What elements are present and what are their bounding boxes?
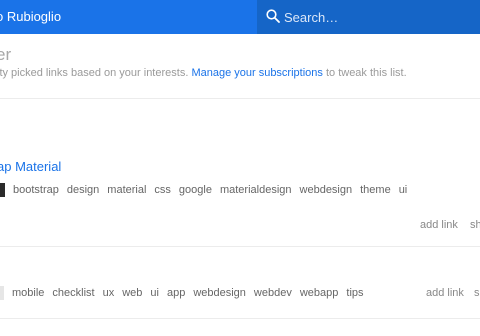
subtitle-text: ity picked links based on your interests…	[0, 67, 192, 79]
divider	[0, 98, 480, 99]
tag[interactable]: design	[67, 184, 99, 196]
page-subtitle: ity picked links based on your interests…	[0, 67, 407, 79]
tag[interactable]: app	[167, 287, 185, 299]
tag[interactable]: css	[154, 184, 171, 196]
tag[interactable]: materialdesign	[220, 184, 292, 196]
card-thumbnail[interactable]	[0, 183, 5, 197]
search-icon	[266, 9, 280, 23]
add-link-button[interactable]: add link	[426, 287, 464, 299]
card-title-link[interactable]: ap Material	[0, 159, 61, 174]
tag[interactable]: ui	[150, 287, 159, 299]
user-name[interactable]: o Rubioglio	[0, 9, 61, 24]
top-bar: o Rubioglio	[0, 0, 480, 34]
subtitle-suffix: to tweak this list.	[322, 67, 407, 79]
share-button[interactable]: s	[474, 287, 480, 299]
tag[interactable]: google	[179, 184, 212, 196]
divider	[0, 246, 480, 247]
tag[interactable]: webdev	[254, 287, 292, 299]
tag[interactable]: webapp	[300, 287, 339, 299]
search-input[interactable]	[284, 0, 474, 34]
card-tags: mobile checklist ux web ui app webdesign webdev…	[12, 287, 372, 299]
page-title: er	[0, 45, 12, 64]
manage-subscriptions-link[interactable]: Manage your subscriptions	[191, 67, 322, 79]
share-button[interactable]: sh	[470, 219, 480, 231]
divider	[0, 318, 480, 319]
tag[interactable]: tips	[346, 287, 363, 299]
tag[interactable]: ux	[103, 287, 115, 299]
search-box[interactable]	[257, 0, 480, 34]
card-tags: bootstrap design material css google material…	[13, 184, 415, 196]
tag[interactable]: checklist	[52, 287, 94, 299]
add-link-button[interactable]: add link	[420, 219, 458, 231]
tag[interactable]: web	[122, 287, 142, 299]
tag[interactable]: webdesign	[193, 287, 246, 299]
tag[interactable]: ui	[399, 184, 408, 196]
tag[interactable]: webdesign	[300, 184, 353, 196]
tag[interactable]: material	[107, 184, 146, 196]
card-thumbnail[interactable]	[0, 286, 4, 300]
tag[interactable]: theme	[360, 184, 391, 196]
tag[interactable]: bootstrap	[13, 184, 59, 196]
tag[interactable]: mobile	[12, 287, 44, 299]
